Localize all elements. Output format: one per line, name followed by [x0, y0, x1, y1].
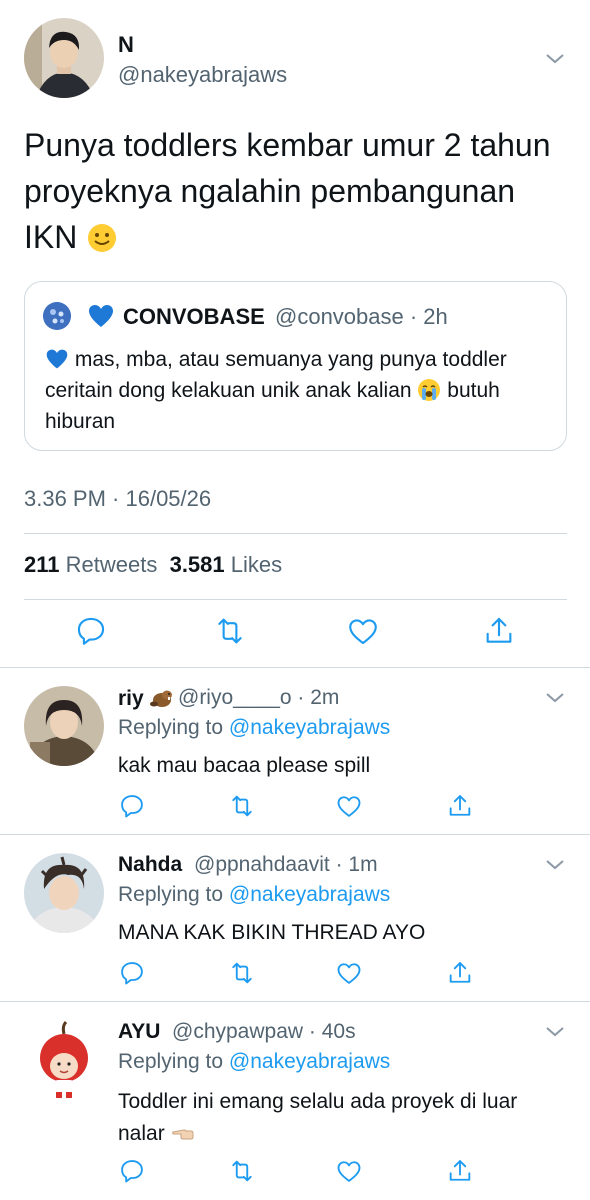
divider — [24, 533, 567, 534]
chevron-down-icon[interactable] — [543, 1020, 567, 1044]
loudly-crying-face-emoji — [417, 378, 441, 402]
reply-author-handle[interactable]: @chypawpaw · 40s — [172, 1020, 356, 1044]
like-icon[interactable] — [335, 1157, 363, 1185]
reply-icon[interactable] — [118, 792, 146, 820]
like-icon[interactable] — [335, 959, 363, 987]
retweet-icon[interactable] — [228, 959, 256, 987]
convobase-avatar — [43, 302, 71, 330]
divider — [24, 599, 567, 600]
likes-count[interactable]: 3.581 — [170, 552, 225, 577]
retweets-label[interactable]: Retweets — [66, 552, 158, 577]
blue-heart-emoji — [45, 347, 69, 371]
beaver-emoji — [149, 686, 174, 710]
tweet-timestamp[interactable]: 3.36 PM · 16/05/26 — [24, 486, 211, 512]
reply-icon[interactable] — [74, 614, 108, 648]
reply-author-name[interactable]: Nahda — [118, 853, 182, 877]
author-handle[interactable]: @nakeyabrajaws — [118, 62, 287, 88]
reply-avatar[interactable] — [24, 853, 104, 933]
likes-label[interactable]: Likes — [231, 552, 282, 577]
replying-to-mention[interactable]: @nakeyabrajaws — [229, 1050, 390, 1073]
retweet-icon[interactable] — [213, 614, 247, 648]
reply-author-name-text[interactable]: riy — [118, 687, 144, 710]
reply-author-name[interactable]: riy — [118, 686, 174, 711]
quoted-author-handle: @convobase · 2h — [275, 304, 448, 329]
reply-author-handle[interactable]: @riyo____o · 2m — [178, 686, 339, 710]
quoted-author-name: CONVOBASE — [123, 304, 265, 329]
slightly-smiling-face-emoji — [86, 222, 118, 254]
reply-tweet[interactable]: AYU @chypawpaw · 40s Replying to @nakeya… — [0, 1002, 590, 1200]
like-icon[interactable] — [346, 614, 380, 648]
reply-text: Toddler ini emang selalu ada proyek di l… — [118, 1086, 548, 1150]
reply-avatar[interactable] — [24, 686, 104, 766]
chevron-down-icon[interactable] — [543, 686, 567, 710]
author-name[interactable]: N — [118, 32, 134, 58]
tweet-stats: 211 Retweets 3.581 Likes — [24, 552, 282, 578]
reply-tweet[interactable]: Nahda @ppnahdaavit · 1m Replying to @nak… — [0, 835, 590, 1002]
reply-icon[interactable] — [118, 1157, 146, 1185]
chevron-down-icon[interactable] — [543, 853, 567, 877]
replying-to-label: Replying to — [118, 883, 224, 906]
retweet-icon[interactable] — [228, 1157, 256, 1185]
reply-author-handle[interactable]: @ppnahdaavit · 1m — [194, 853, 378, 877]
left-pointing-hand-emoji — [171, 1121, 195, 1145]
share-icon[interactable] — [446, 959, 474, 987]
reply-author-name[interactable]: AYU — [118, 1020, 160, 1044]
replying-to: Replying to @nakeyabrajaws — [118, 716, 390, 740]
reply-text: kak mau bacaa please spill — [118, 754, 371, 777]
reply-tweet[interactable]: riy @riyo____o · 2m Replying to @nakeyab… — [0, 668, 590, 835]
share-icon[interactable] — [482, 614, 516, 648]
replying-to-mention[interactable]: @nakeyabrajaws — [229, 716, 390, 739]
share-icon[interactable] — [446, 792, 474, 820]
reply-avatar[interactable] — [24, 1020, 104, 1100]
replying-to: Replying to @nakeyabrajaws — [118, 883, 390, 907]
replying-to-label: Replying to — [118, 716, 224, 739]
reply-icon[interactable] — [118, 959, 146, 987]
like-icon[interactable] — [335, 792, 363, 820]
chevron-down-icon[interactable] — [543, 47, 567, 71]
replying-to-label: Replying to — [118, 1050, 224, 1073]
replying-to-mention[interactable]: @nakeyabrajaws — [229, 883, 390, 906]
replying-to: Replying to @nakeyabrajaws — [118, 1050, 390, 1074]
tweet-text: Punya toddlers kembar umur 2 tahun proye… — [24, 122, 564, 260]
blue-heart-emoji — [87, 302, 115, 330]
author-avatar[interactable] — [24, 18, 104, 98]
quoted-tweet-text: mas, mba, atau semuanya yang punya toddl… — [45, 344, 545, 437]
retweet-icon[interactable] — [228, 792, 256, 820]
share-icon[interactable] — [446, 1157, 474, 1185]
quoted-tweet[interactable]: CONVOBASE @convobase · 2h mas, mba, atau… — [24, 281, 567, 451]
reply-text: MANA KAK BIKIN THREAD AYO — [118, 921, 426, 944]
retweets-count[interactable]: 211 — [24, 552, 60, 577]
